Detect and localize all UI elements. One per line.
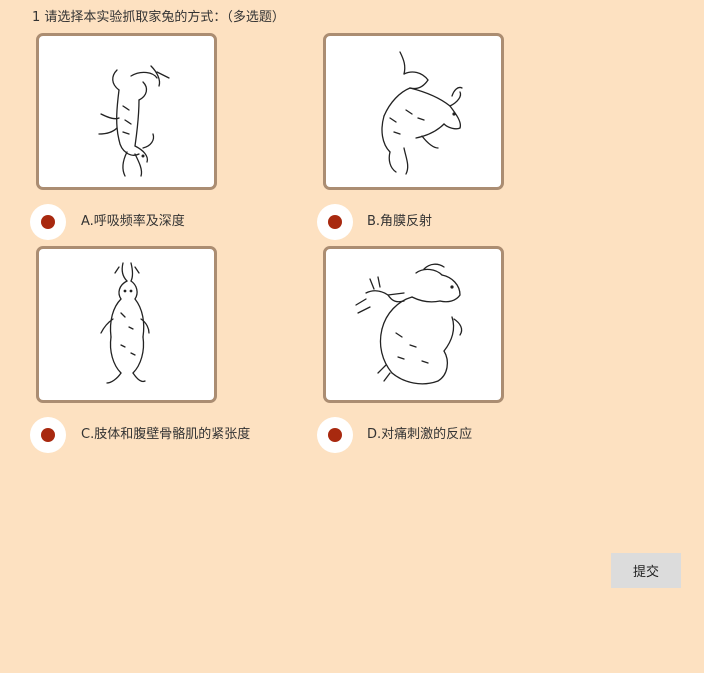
- option-a-radio[interactable]: [30, 204, 66, 240]
- option-a-label[interactable]: A.呼吸频率及深度: [81, 213, 185, 231]
- rabbit-hanging-by-ears-icon: [100, 262, 150, 384]
- option-a-radio-dot: [41, 215, 55, 229]
- option-d-image[interactable]: [323, 246, 504, 403]
- option-a-image[interactable]: [36, 33, 217, 190]
- option-c-label[interactable]: C.肢体和腹壁骨骼肌的紧张度: [81, 426, 250, 444]
- rabbit-held-in-arms-icon: [355, 263, 463, 385]
- option-b-radio[interactable]: [317, 204, 353, 240]
- option-b-label[interactable]: B.角膜反射: [367, 213, 432, 231]
- option-c-image[interactable]: [36, 246, 217, 403]
- option-d-radio-dot: [328, 428, 342, 442]
- option-c-radio[interactable]: [30, 417, 66, 453]
- option-c-radio-dot: [41, 428, 55, 442]
- submit-button[interactable]: 提交: [611, 553, 681, 588]
- question-title: 1 请选择本实验抓取家兔的方式：（多选题）: [32, 10, 285, 25]
- option-d-radio[interactable]: [317, 417, 353, 453]
- rabbit-held-by-scruff-icon: [381, 51, 463, 175]
- option-b-radio-dot: [328, 215, 342, 229]
- option-d-label[interactable]: D.对痛刺激的反应: [367, 426, 472, 444]
- option-b-image[interactable]: [323, 33, 504, 190]
- rabbit-held-by-ears-back-icon: [98, 65, 170, 177]
